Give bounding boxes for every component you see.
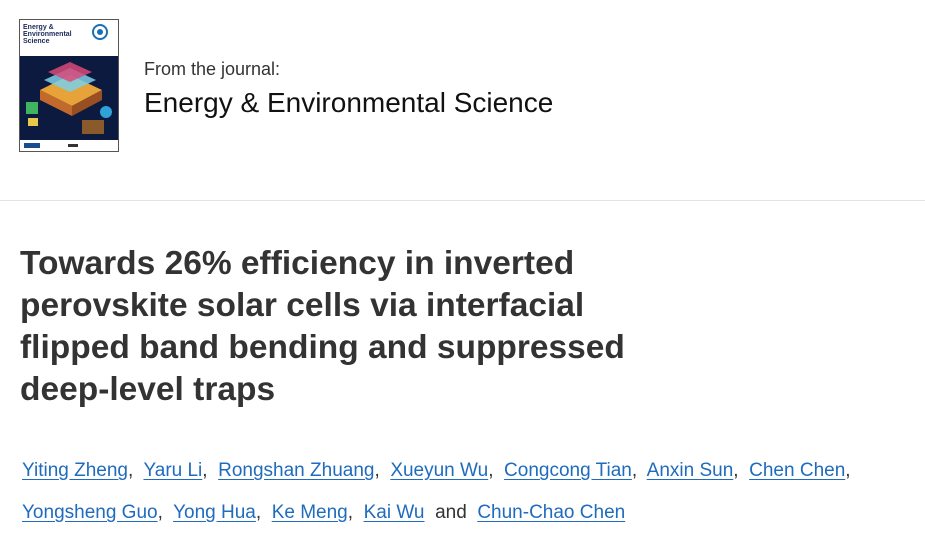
author-link[interactable]: Chen Chen — [749, 460, 845, 481]
author-separator: , — [347, 502, 354, 523]
author-link[interactable]: Congcong Tian — [504, 460, 632, 481]
author-separator: , — [202, 460, 208, 481]
cover-journal-title: Energy & Environmental Science — [23, 24, 83, 45]
article-title-line: flipped band bending and suppressed — [20, 329, 625, 366]
author-separator: , — [255, 502, 262, 523]
journal-name[interactable]: Energy & Environmental Science — [144, 86, 553, 120]
article-title-line: perovskite solar cells via interfacial — [20, 287, 585, 324]
journal-info: From the journal: Energy & Environmental… — [144, 58, 553, 120]
author-link[interactable]: Ke Meng — [272, 502, 348, 523]
author-link[interactable]: Yong Hua — [173, 502, 256, 523]
cover-title-line: Environmental — [23, 31, 72, 38]
article-title-line: Towards 26% efficiency in inverted — [20, 245, 575, 282]
author-separator: , — [127, 460, 134, 481]
article-title: Towards 26% efficiency in inverted perov… — [20, 243, 700, 411]
article-title-line: deep-level traps — [20, 371, 276, 408]
from-journal-label: From the journal: — [144, 59, 281, 79]
author-separator: , — [488, 460, 494, 481]
author-list: Yiting Zheng, Yaru Li, Rongshan Zhuang, … — [22, 450, 922, 534]
author-link[interactable]: Yongsheng Guo — [22, 502, 158, 523]
cover-title-line: Science — [23, 38, 50, 45]
author-link[interactable]: Yiting Zheng — [22, 460, 128, 481]
author-link[interactable]: Rongshan Zhuang — [218, 460, 374, 481]
author-separator: , — [374, 460, 380, 481]
author-link[interactable]: Yaru Li — [143, 460, 202, 481]
author-link[interactable]: Chun-Chao Chen — [477, 502, 625, 523]
author-separator: , — [733, 460, 739, 481]
journal-cover-image[interactable]: Energy & Environmental Science — [19, 19, 119, 152]
cover-title-line: Energy & — [23, 24, 54, 31]
author-separator: , — [845, 460, 851, 481]
author-link[interactable]: Kai Wu — [364, 502, 425, 523]
author-separator: , — [631, 460, 638, 481]
header-divider — [0, 200, 925, 201]
author-link[interactable]: Xueyun Wu — [390, 460, 488, 481]
journal-header: Energy & Environmental Science From the … — [0, 0, 925, 200]
author-conjunction: and — [435, 502, 467, 523]
author-link[interactable]: Anxin Sun — [647, 460, 734, 481]
author-separator: , — [157, 502, 163, 523]
